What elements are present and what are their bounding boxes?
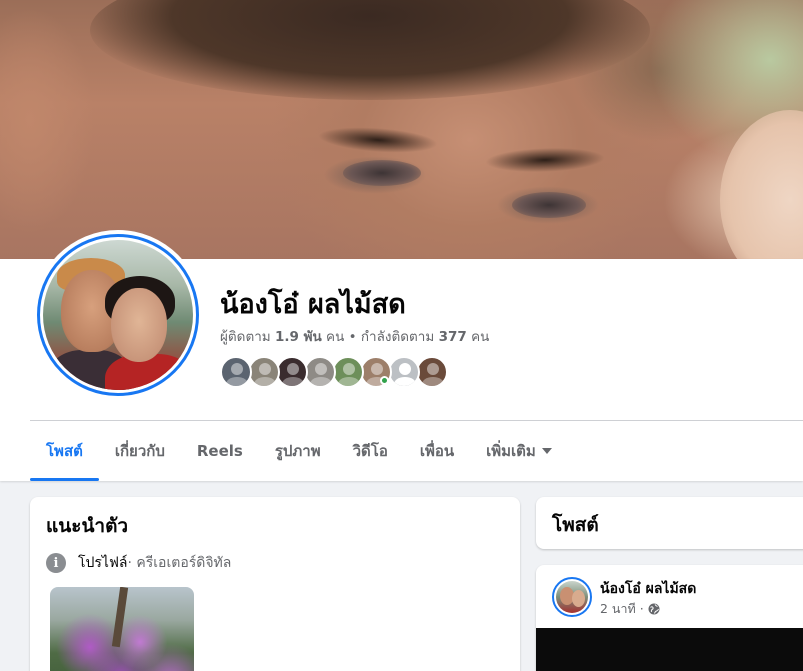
cover-detail	[317, 123, 439, 157]
post-card: น้องโอ๋ ผลไม้สด 2 นาที ·	[536, 565, 803, 671]
friend-avatar[interactable]	[276, 356, 308, 388]
following-unit: คน	[471, 329, 490, 345]
following-count[interactable]: 377	[439, 329, 467, 345]
profile-category-row: i โปรไฟล์ · ครีเอเตอร์ดิจิทัล	[46, 552, 231, 574]
avatar-photo	[43, 240, 193, 390]
post-time[interactable]: 2 นาที ·	[600, 599, 644, 619]
follow-stats: ผู้ติดตาม 1.9 พัน คน • กำลังติดตาม 377 ค…	[220, 325, 489, 347]
cover-photo[interactable]	[0, 0, 803, 259]
profile-label: โปรไฟล์	[78, 555, 128, 571]
profile-category: · ครีเอเตอร์ดิจิทัล	[127, 555, 232, 571]
tab-label: เพิ่มเติม	[486, 442, 536, 460]
post-media[interactable]	[536, 628, 803, 671]
caret-down-icon	[541, 448, 552, 454]
friend-avatar[interactable]	[388, 356, 420, 388]
profile-tabs: โพสต์ เกี่ยวกับ Reels รูปภาพ วิดีโอ เพื่…	[30, 421, 568, 481]
friend-avatar[interactable]	[360, 356, 392, 391]
tab-photos[interactable]: รูปภาพ	[259, 421, 337, 481]
friend-avatars	[220, 356, 448, 391]
followers-label[interactable]: ผู้ติดตาม	[220, 329, 271, 345]
globe-icon	[648, 603, 660, 615]
cover-detail	[512, 192, 586, 218]
cover-detail	[720, 110, 803, 259]
post-meta: 2 นาที ·	[600, 599, 660, 619]
friend-avatar[interactable]	[220, 356, 252, 388]
profile-name: น้องโอ๋ ผลไม้สด	[220, 289, 406, 320]
tab-label: วิดีโอ	[352, 442, 388, 460]
following-label[interactable]: กำลังติดตาม	[361, 329, 434, 345]
intro-card: แนะนำตัว i โปรไฟล์ · ครีเอเตอร์ดิจิทัล	[30, 497, 520, 671]
friend-avatar[interactable]	[332, 356, 364, 388]
tab-label: Reels	[196, 442, 243, 460]
post-author-name[interactable]: น้องโอ๋ ผลไม้สด	[600, 578, 696, 600]
friend-avatar[interactable]	[304, 356, 336, 388]
profile-avatar[interactable]	[33, 230, 203, 400]
tab-posts[interactable]: โพสต์	[30, 421, 99, 481]
info-icon: i	[46, 553, 66, 573]
followers-count[interactable]: 1.9 พัน	[275, 329, 322, 345]
cover-detail	[484, 145, 606, 175]
tab-label: รูปภาพ	[274, 442, 321, 460]
post-author-avatar[interactable]	[552, 577, 592, 617]
tab-label: เพื่อน	[419, 442, 455, 460]
tab-videos[interactable]: วิดีโอ	[337, 421, 404, 481]
tab-more[interactable]: เพิ่มเติม	[470, 421, 568, 481]
friend-avatar[interactable]	[248, 356, 280, 388]
tab-label: เกี่ยวกับ	[114, 442, 165, 460]
intro-title: แนะนำตัว	[46, 515, 129, 537]
posts-header-card: โพสต์	[536, 497, 803, 549]
friend-avatar[interactable]	[416, 356, 448, 388]
tab-friends[interactable]: เพื่อน	[404, 421, 470, 481]
tab-reels[interactable]: Reels	[181, 421, 259, 481]
cover-detail	[343, 160, 421, 186]
tab-label: โพสต์	[46, 442, 83, 460]
online-status-dot	[380, 376, 389, 385]
featured-photo[interactable]	[50, 587, 194, 671]
stats-separator: •	[348, 329, 357, 345]
posts-title: โพสต์	[552, 514, 599, 536]
cover-hair	[90, 0, 650, 100]
story-ring	[37, 234, 199, 396]
tab-about[interactable]: เกี่ยวกับ	[99, 421, 181, 481]
followers-unit: คน	[326, 329, 345, 345]
